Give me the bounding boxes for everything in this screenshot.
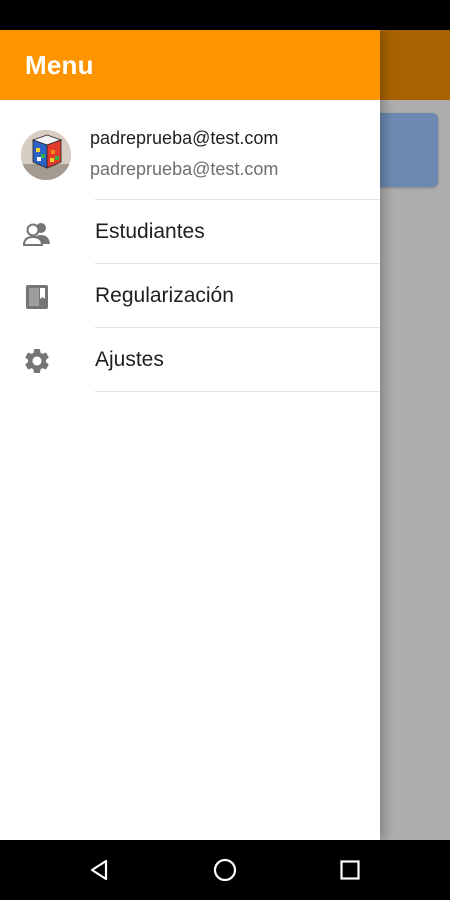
menu-item-ajustes[interactable]: Ajustes: [0, 328, 380, 392]
menu-item-regularizacion[interactable]: Regularización: [0, 264, 380, 328]
navigation-drawer: Menu padreprueba@test.com padreprueba@te…: [0, 30, 380, 840]
system-nav-bar: [0, 840, 450, 900]
divider: [95, 391, 380, 392]
account-header[interactable]: padreprueba@test.com padreprueba@test.co…: [0, 100, 380, 200]
menu-item-label: Ajustes: [95, 348, 164, 371]
people-icon: [22, 218, 52, 248]
settings-icon: [22, 346, 52, 376]
avatar-image: [21, 130, 71, 180]
book-icon: [22, 282, 52, 312]
home-icon[interactable]: [207, 852, 243, 888]
menu-item-estudiantes[interactable]: Estudiantes: [0, 200, 380, 264]
app-screen: Menu padreprueba@test.com padreprueba@te…: [0, 0, 450, 900]
account-name: padreprueba@test.com: [90, 128, 279, 148]
menu-item-label: Estudiantes: [95, 220, 205, 243]
menu-item-label: Regularización: [95, 284, 234, 307]
recents-icon[interactable]: [332, 852, 368, 888]
back-icon[interactable]: [82, 852, 118, 888]
account-email: padreprueba@test.com: [90, 159, 279, 179]
drawer-header: Menu: [0, 30, 380, 100]
avatar[interactable]: [21, 130, 71, 180]
status-bar: [0, 0, 450, 30]
drawer-title: Menu: [25, 49, 94, 80]
